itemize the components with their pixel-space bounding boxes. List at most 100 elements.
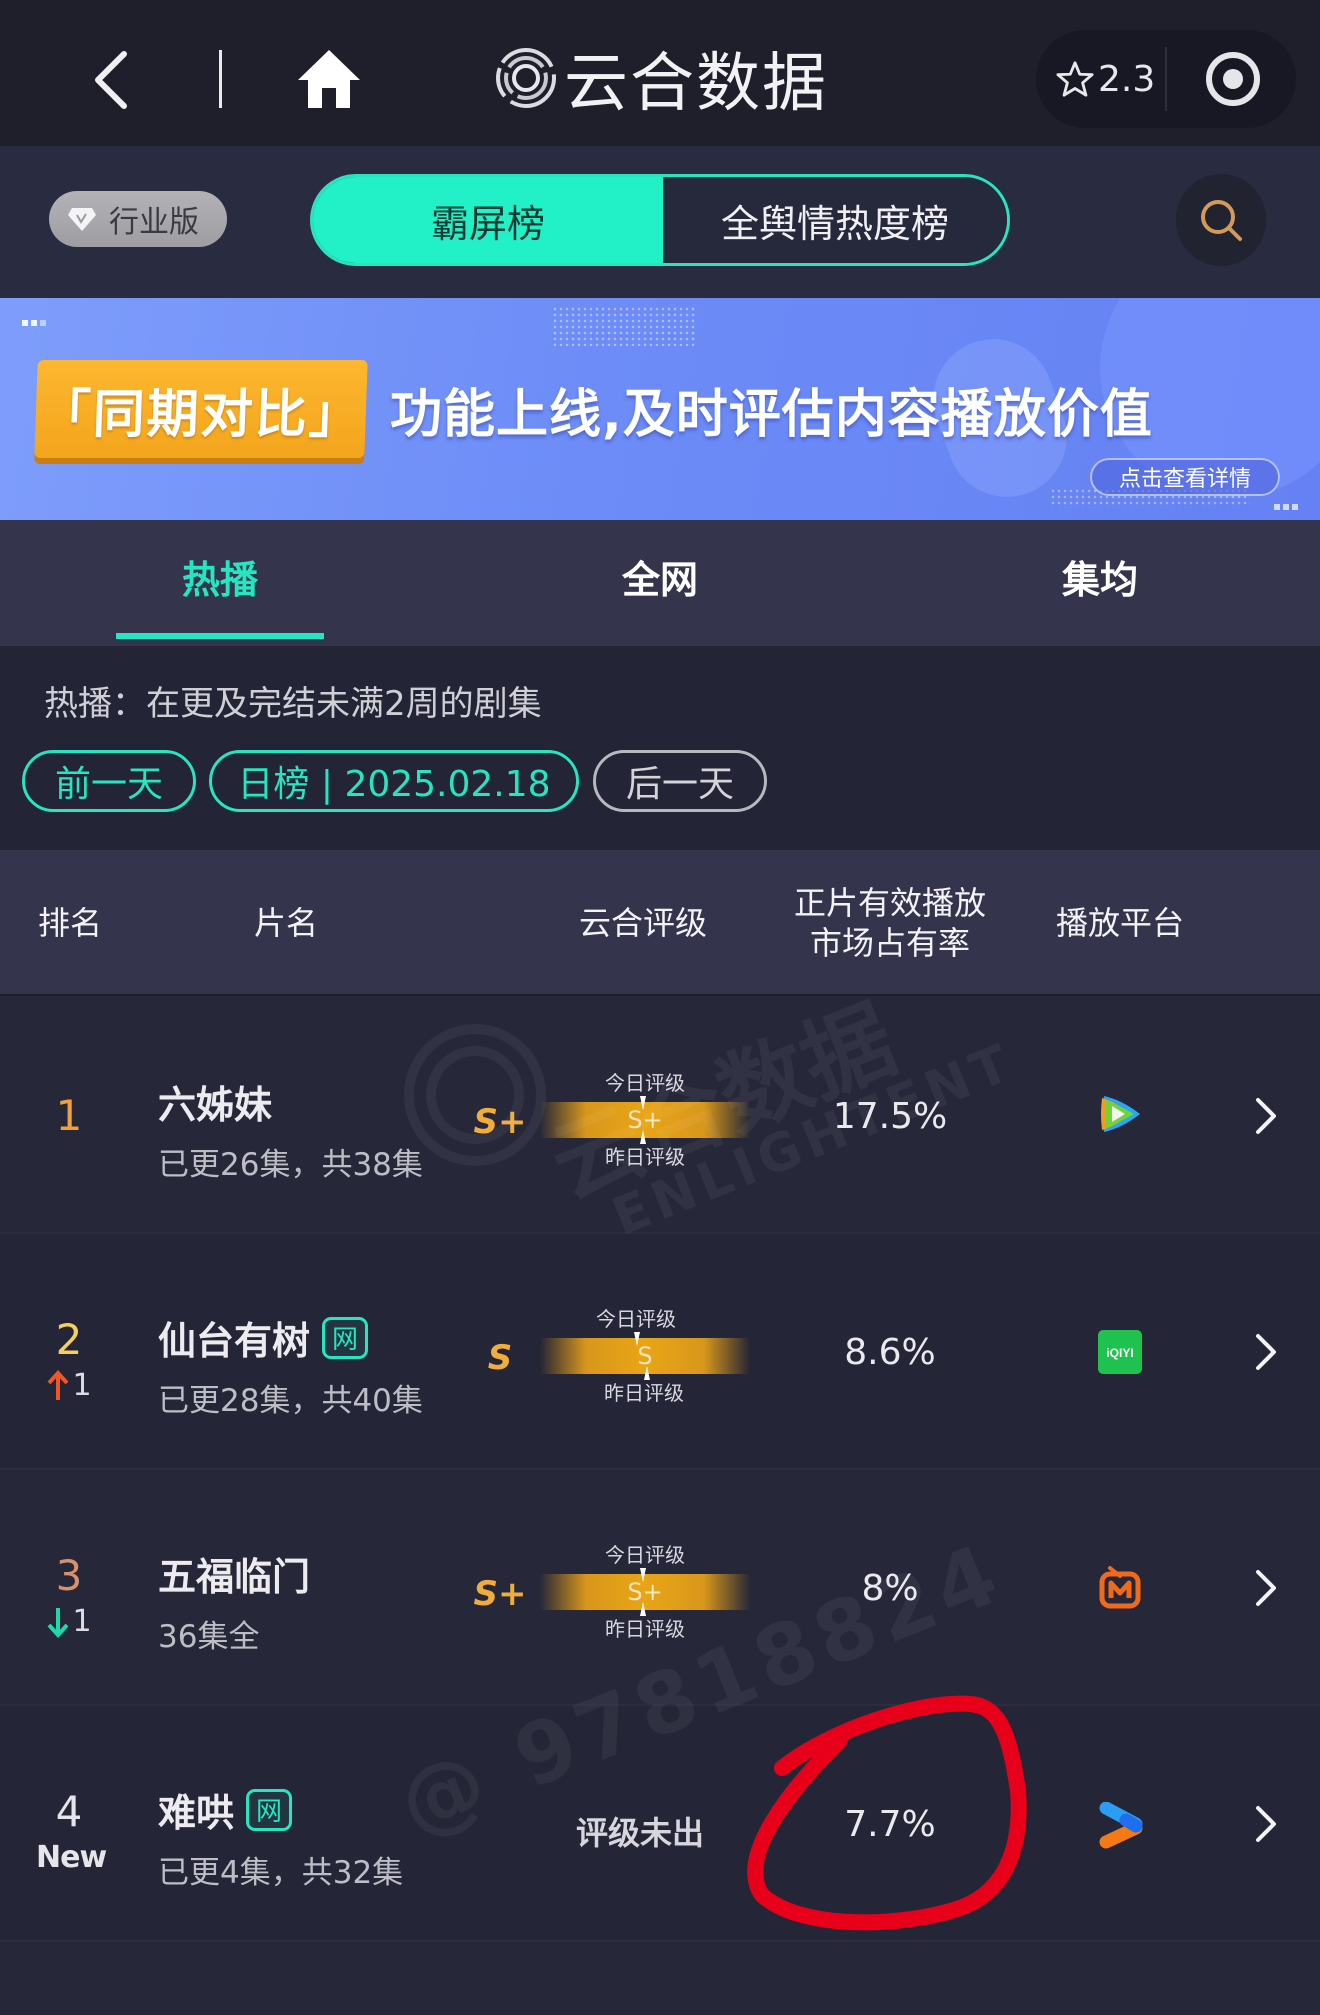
grade-meter: 今日评级 S+ 昨日评级	[540, 1542, 750, 1642]
yesterday-grade-marker	[640, 1602, 646, 1616]
next-day-button[interactable]: 后一天	[593, 750, 767, 812]
ranking-type-toggle: 霸屏榜 全舆情热度榜	[310, 174, 1010, 266]
rating-button[interactable]: 2.3	[1056, 59, 1155, 100]
banner-tag: 「同期对比」	[34, 360, 368, 458]
previous-day-button[interactable]: 前一天	[22, 750, 196, 812]
header-title: 片名	[253, 904, 318, 942]
rank-change-value: 1	[72, 1368, 92, 1403]
header-platform: 播放平台	[1055, 904, 1184, 942]
arrow-up-icon	[47, 1369, 69, 1400]
promo-banner[interactable]: 「同期对比」 功能上线,及时评估内容播放价值 点击查看详情	[0, 298, 1320, 520]
yesterday-grade-marker	[644, 1366, 650, 1380]
episode-status: 已更26集，共38集	[158, 1147, 423, 1183]
mango-tv-icon	[1099, 1566, 1141, 1609]
grade-meter: 今日评级 S+ 昨日评级	[540, 1070, 750, 1170]
brand: 云合数据	[494, 36, 828, 121]
banner-details-button[interactable]: 点击查看详情	[1090, 458, 1280, 496]
title-cell: 六姊妹 已更26集，共38集	[158, 1074, 423, 1184]
web-drama-badge: 网	[246, 1788, 293, 1831]
ranking-type-bar: 行业版 霸屏榜 全舆情热度榜	[0, 146, 1320, 298]
header-rank: 排名	[37, 904, 102, 942]
grade-meter: 今日评级 S 昨日评级	[540, 1306, 750, 1406]
today-grade-label: 今日评级	[605, 1071, 685, 1095]
date-selector[interactable]: 日榜 | 2025.02.18	[209, 750, 579, 812]
home-button[interactable]	[296, 48, 362, 110]
home-icon	[298, 50, 360, 108]
web-drama-badge: 网	[322, 1316, 369, 1359]
grade-meter-bar: S+	[540, 1568, 750, 1616]
chevron-left-icon	[95, 51, 127, 109]
arrow-down-icon	[47, 1607, 69, 1638]
search-button[interactable]	[1176, 174, 1266, 266]
target-icon	[1206, 52, 1261, 106]
rank-change: 1	[36, 1604, 102, 1639]
mini-program-capsule: 2.3	[1036, 30, 1296, 128]
tab-hot-airing[interactable]: 热播	[0, 520, 440, 646]
chevron-right-icon[interactable]	[1252, 1568, 1278, 1608]
chevron-right-icon[interactable]	[1252, 1804, 1278, 1844]
iqiyi-icon: iQIYI	[1098, 1330, 1142, 1374]
active-tab-indicator	[116, 633, 324, 639]
grade-value: S+	[473, 1574, 527, 1614]
grade-value: S+	[473, 1102, 527, 1142]
star-outline-icon	[1056, 61, 1094, 97]
search-icon	[1201, 200, 1242, 241]
top-navigation-bar: 云合数据 2.3	[0, 0, 1320, 146]
title-cell: 难哄 网 已更4集，共32集	[158, 1782, 403, 1892]
today-grade-label: 今日评级	[596, 1307, 676, 1331]
youku-icon	[1099, 1802, 1143, 1849]
category-description: 热播：在更及完结未满2周的剧集	[44, 684, 542, 724]
table-row[interactable]: 4 New 难哄 网 已更4集，共32集 评级未出 7.7%	[0, 1706, 1320, 1942]
chevron-right-icon[interactable]	[1252, 1332, 1278, 1372]
market-share: 7.7%	[844, 1804, 936, 1845]
episode-status: 已更28集，共40集	[158, 1383, 423, 1419]
iqiyi-label: iQIYI	[1106, 1346, 1133, 1360]
grade-meter-bar: S+	[540, 1096, 750, 1144]
industry-edition-label: 行业版	[109, 205, 199, 240]
close-miniprogram-button[interactable]	[1203, 49, 1263, 109]
tencent-video-icon	[1101, 1096, 1140, 1132]
show-title: 难哄	[158, 1791, 235, 1835]
new-entry-label: New	[36, 1840, 107, 1875]
today-grade-marker	[634, 1332, 640, 1346]
back-button[interactable]	[88, 48, 132, 112]
market-share: 17.5%	[832, 1096, 948, 1137]
banner-pager-decoration	[1274, 504, 1298, 510]
header-grade: 云合评级	[578, 904, 707, 942]
rank-cell: 2 1	[36, 1316, 102, 1403]
header-market-share: 正片有效播放 市场占有率	[780, 850, 1000, 996]
rank-change-value: 1	[72, 1604, 92, 1639]
table-row[interactable]: 1 六姊妹 已更26集，共38集 S+ 今日评级 S+ 昨日评级 17.5%	[0, 998, 1320, 1234]
capsule-divider	[1165, 47, 1168, 111]
tab-per-episode[interactable]: 集均	[880, 520, 1320, 646]
yesterday-grade-label: 昨日评级	[604, 1381, 684, 1405]
rank-change: 1	[36, 1368, 102, 1403]
ranking-info: 热播：在更及完结未满2周的剧集 前一天 日榜 | 2025.02.18 后一天	[0, 646, 1320, 850]
industry-edition-badge[interactable]: 行业版	[49, 191, 227, 247]
show-title: 仙台有树	[158, 1319, 311, 1363]
table-row-partial	[0, 1942, 1320, 2015]
diamond-icon	[68, 208, 96, 231]
tab-quanyuqing[interactable]: 全舆情热度榜	[663, 177, 1007, 263]
table-header: 排名 片名 云合评级 正片有效播放 市场占有率 播放平台	[0, 850, 1320, 996]
show-title: 五福临门	[158, 1555, 311, 1599]
tab-bapingbang[interactable]: 霸屏榜	[313, 177, 663, 263]
yesterday-grade-label: 昨日评级	[605, 1145, 685, 1169]
rank-number: 4	[55, 1787, 83, 1836]
market-share: 8.6%	[844, 1332, 936, 1373]
table-row[interactable]: 3 1 五福临门 36集全 S+ 今日评级 S+ 昨日评级 8%	[0, 1470, 1320, 1706]
title-cell: 仙台有树 网 已更28集，共40集	[158, 1310, 423, 1420]
title-cell: 五福临门 36集全	[158, 1546, 310, 1656]
chevron-right-icon[interactable]	[1252, 1096, 1278, 1136]
rank-number: 1	[55, 1091, 83, 1140]
rank-number: 3	[55, 1551, 83, 1600]
tab-all-network[interactable]: 全网	[440, 520, 880, 646]
today-grade-label: 今日评级	[605, 1543, 685, 1567]
header-market-share-line1: 正片有效播放	[793, 884, 986, 922]
rank-number: 2	[55, 1315, 83, 1364]
market-share: 8%	[861, 1568, 919, 1609]
nav-divider	[219, 50, 222, 108]
yunhe-logo-icon	[496, 48, 556, 108]
table-row[interactable]: 2 1 仙台有树 网 已更28集，共40集 S 今日评级 S 昨日评级 8.6%…	[0, 1234, 1320, 1470]
grade-meter-bar: S	[540, 1332, 750, 1380]
